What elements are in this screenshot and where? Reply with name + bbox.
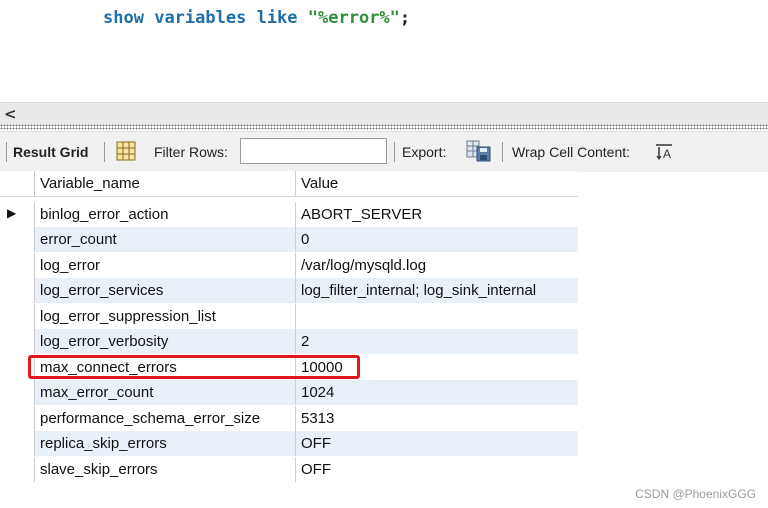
table-row[interactable]: log_error_suppression_list bbox=[0, 304, 578, 329]
row-marker-cell bbox=[0, 329, 35, 354]
cell-value[interactable]: OFF bbox=[301, 435, 331, 452]
toolbar-divider bbox=[6, 142, 7, 162]
highlight-box bbox=[28, 355, 360, 379]
cell-variable-name[interactable]: log_error_verbosity bbox=[40, 333, 168, 350]
column-header-value[interactable]: Value bbox=[301, 175, 338, 192]
toolbar-divider bbox=[394, 142, 395, 162]
cell-value[interactable]: log_filter_internal; log_sink_internal bbox=[301, 282, 536, 299]
column-separator bbox=[295, 253, 296, 278]
column-separator[interactable] bbox=[295, 171, 296, 196]
sql-keyword-variables: variables bbox=[154, 8, 247, 28]
cell-variable-name[interactable]: error_count bbox=[40, 231, 117, 248]
result-grid-tab[interactable]: Result Grid bbox=[13, 144, 88, 160]
horizontal-scrollbar[interactable]: < bbox=[0, 102, 768, 125]
cell-value[interactable]: 5313 bbox=[301, 410, 334, 427]
column-separator bbox=[295, 431, 296, 456]
column-separator bbox=[295, 329, 296, 354]
row-marker-cell bbox=[0, 278, 35, 303]
cell-value[interactable]: OFF bbox=[301, 461, 331, 478]
grid-header-row: Variable_name Value bbox=[0, 171, 578, 197]
toolbar-divider bbox=[104, 142, 105, 162]
current-row-arrow-icon: ▶ bbox=[7, 206, 17, 220]
column-separator bbox=[295, 380, 296, 405]
cell-value[interactable]: 1024 bbox=[301, 384, 334, 401]
cell-variable-name[interactable]: binlog_error_action bbox=[40, 206, 168, 223]
cell-variable-name[interactable]: replica_skip_errors bbox=[40, 435, 167, 452]
cell-variable-name[interactable]: log_error_suppression_list bbox=[40, 308, 216, 325]
row-marker-cell bbox=[0, 406, 35, 431]
column-separator bbox=[295, 202, 296, 227]
table-row[interactable]: ▶ binlog_error_action ABORT_SERVER bbox=[0, 202, 578, 227]
wrap-text-icon[interactable]: A bbox=[655, 144, 673, 163]
table-row[interactable]: slave_skip_errors OFF bbox=[0, 457, 578, 482]
grid-layout-icon[interactable] bbox=[116, 141, 136, 164]
filter-rows-label: Filter Rows: bbox=[154, 144, 228, 160]
row-marker-cell bbox=[0, 457, 35, 482]
table-row[interactable]: log_error /var/log/mysqld.log bbox=[0, 253, 578, 278]
sql-semicolon: ; bbox=[399, 8, 411, 28]
cell-variable-name[interactable]: log_error_services bbox=[40, 282, 163, 299]
toolbar-divider bbox=[502, 142, 503, 162]
cell-value[interactable]: ABORT_SERVER bbox=[301, 206, 422, 223]
row-marker-cell bbox=[0, 304, 35, 329]
wrap-cell-label: Wrap Cell Content: bbox=[512, 144, 631, 160]
column-separator bbox=[295, 457, 296, 482]
cell-variable-name[interactable]: max_error_count bbox=[40, 384, 153, 401]
cell-variable-name[interactable]: log_error bbox=[40, 257, 100, 274]
table-row[interactable]: replica_skip_errors OFF bbox=[0, 431, 578, 456]
column-header-variable-name[interactable]: Variable_name bbox=[40, 175, 140, 192]
table-row[interactable]: error_count 0 bbox=[0, 227, 578, 252]
row-marker-cell bbox=[0, 227, 35, 252]
column-separator bbox=[295, 304, 296, 329]
column-separator bbox=[295, 227, 296, 252]
result-toolbar: Result Grid Filter Rows: Export: Wrap Ce… bbox=[0, 131, 768, 172]
row-marker-cell bbox=[0, 171, 35, 196]
column-separator bbox=[295, 278, 296, 303]
export-label: Export: bbox=[402, 144, 447, 160]
scroll-left-arrow-icon[interactable]: < bbox=[4, 105, 17, 123]
cell-variable-name[interactable]: slave_skip_errors bbox=[40, 461, 158, 478]
cell-variable-name[interactable]: performance_schema_error_size bbox=[40, 410, 260, 427]
svg-text:A: A bbox=[663, 147, 671, 160]
row-marker-cell bbox=[0, 380, 35, 405]
sql-keyword-like: like bbox=[256, 8, 298, 28]
cell-value[interactable]: 0 bbox=[301, 231, 309, 248]
sql-keyword-show: show bbox=[103, 8, 144, 28]
table-row[interactable]: max_error_count 1024 bbox=[0, 380, 578, 405]
cell-value[interactable]: /var/log/mysqld.log bbox=[301, 257, 426, 274]
watermark: CSDN @PhoenixGGG bbox=[635, 487, 756, 501]
sql-string-pattern: "%error%" bbox=[307, 8, 400, 28]
splitter-handle[interactable] bbox=[0, 124, 768, 130]
cell-value[interactable]: 2 bbox=[301, 333, 309, 350]
filter-rows-input[interactable] bbox=[240, 138, 387, 164]
table-row[interactable]: log_error_verbosity 2 bbox=[0, 329, 578, 354]
row-marker-cell bbox=[0, 253, 35, 278]
row-marker-cell bbox=[0, 431, 35, 456]
export-icon[interactable] bbox=[466, 139, 492, 166]
row-marker-cell: ▶ bbox=[0, 202, 35, 227]
table-row[interactable]: performance_schema_error_size 5313 bbox=[0, 406, 578, 431]
sql-editor-line[interactable]: show variables like "%error%"; bbox=[103, 8, 410, 28]
table-row[interactable]: log_error_services log_filter_internal; … bbox=[0, 278, 578, 303]
column-separator bbox=[295, 406, 296, 431]
